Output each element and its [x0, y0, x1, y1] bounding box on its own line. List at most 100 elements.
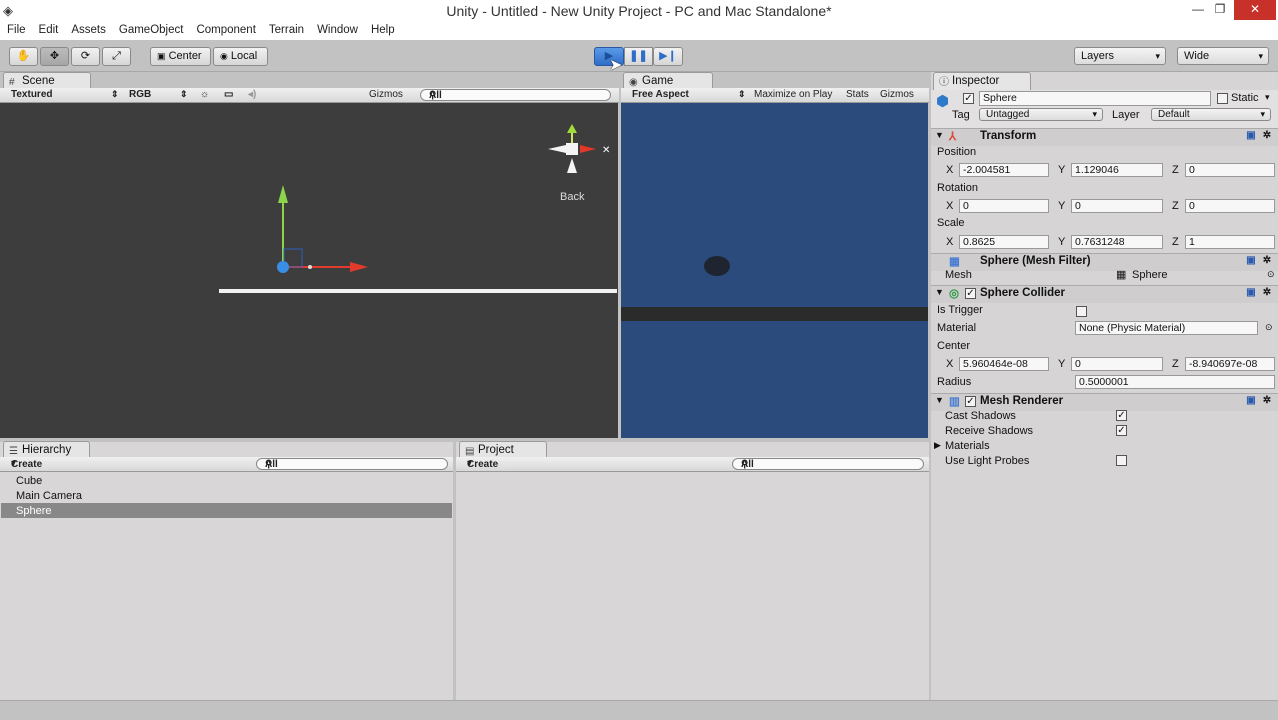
close-button[interactable]: ✕	[1234, 0, 1276, 20]
lighting-toggle-icon[interactable]: ☼	[200, 89, 209, 100]
move-tool-button[interactable]: ✥	[40, 47, 69, 66]
component-help-icon[interactable]: ▣	[1245, 395, 1257, 407]
scale-tool-button[interactable]: ⤢	[102, 47, 131, 66]
rotation-x-field[interactable]: 0	[959, 199, 1049, 213]
game-gizmos-toggle[interactable]: Gizmos	[880, 89, 914, 100]
materials-label[interactable]: Materials	[945, 440, 990, 452]
minimize-button[interactable]: —	[1188, 0, 1208, 20]
foldout-icon[interactable]: ▼	[935, 130, 944, 140]
mesh-renderer-header[interactable]: ▼ ▥ ✓ Mesh Renderer ▣ ✲	[931, 393, 1278, 411]
position-z-label: Z	[1172, 164, 1179, 176]
menu-edit[interactable]: Edit	[32, 22, 65, 36]
menu-window[interactable]: Window	[310, 22, 364, 36]
center-label: Center	[937, 340, 971, 352]
hierarchy-search-input[interactable]: ⚲ All	[256, 458, 448, 470]
component-settings-icon[interactable]: ✲	[1261, 130, 1273, 142]
transform-header[interactable]: ▼ ⅄ Transform ▣ ✲	[931, 128, 1278, 146]
pivot-center-button[interactable]: ▣ Center	[150, 47, 211, 66]
center-y-field[interactable]: 0	[1071, 357, 1163, 371]
center-z-label: Z	[1172, 358, 1179, 370]
scale-icon: ⤢	[112, 50, 121, 62]
material-label: Material	[937, 322, 977, 334]
active-checkbox[interactable]: ✓	[963, 93, 974, 104]
position-y-field[interactable]: 1.129046	[1071, 163, 1163, 177]
hierarchy-create-button[interactable]: Create ▾	[11, 458, 42, 470]
pivot-icon: ▣	[157, 51, 166, 61]
tab-inspector[interactable]: ⓘ Inspector	[933, 72, 1031, 90]
render-mode-dropdown[interactable]: Textured	[11, 89, 53, 100]
aspect-dropdown[interactable]: Free Aspect	[632, 89, 689, 100]
component-settings-icon[interactable]: ✲	[1261, 287, 1273, 299]
scale-z-field[interactable]: 1	[1185, 235, 1275, 249]
component-settings-icon[interactable]: ✲	[1261, 255, 1273, 267]
menu-bar: File Edit Assets GameObject Component Terrain…	[0, 22, 1278, 40]
layout-dropdown[interactable]: Wide	[1177, 47, 1269, 65]
menu-gameobject[interactable]: GameObject	[112, 22, 190, 36]
center-x-field[interactable]: 5.960464e-08	[959, 357, 1049, 371]
scene-viewport[interactable]: ✕ Back	[0, 103, 618, 438]
is-trigger-checkbox[interactable]	[1076, 306, 1087, 317]
sphere-collider-header[interactable]: ▼ ◎ ✓ Sphere Collider ▣ ✲	[931, 285, 1278, 303]
audio-toggle-icon[interactable]: ◂)	[248, 89, 256, 100]
scene-search-input[interactable]: ⚲ All	[420, 89, 611, 101]
position-z-field[interactable]: 0	[1185, 163, 1275, 177]
project-create-button[interactable]: Create ▾	[467, 458, 498, 470]
component-help-icon[interactable]: ▣	[1245, 130, 1257, 142]
object-name-field[interactable]: Sphere	[979, 91, 1211, 106]
receive-shadows-checkbox[interactable]: ✓	[1116, 425, 1127, 436]
scale-x-field[interactable]: 0.8625	[959, 235, 1049, 249]
radius-field[interactable]: 0.5000001	[1075, 375, 1275, 389]
component-settings-icon[interactable]: ✲	[1261, 395, 1273, 407]
center-x-label: X	[946, 358, 954, 370]
static-dropdown-icon[interactable]: ▾	[1265, 92, 1270, 103]
rotation-y-field[interactable]: 0	[1071, 199, 1163, 213]
object-picker-icon[interactable]: ⊙	[1267, 269, 1275, 280]
collider-enabled-checkbox[interactable]: ✓	[965, 288, 976, 299]
foldout-icon[interactable]: ▼	[935, 395, 944, 405]
collider-icon: ◎	[949, 288, 960, 300]
renderer-enabled-checkbox[interactable]: ✓	[965, 396, 976, 407]
channel-dropdown[interactable]: RGB	[129, 89, 151, 100]
layers-dropdown[interactable]: Layers	[1074, 47, 1166, 65]
component-help-icon[interactable]: ▣	[1245, 287, 1257, 299]
material-field[interactable]: None (Physic Material)	[1075, 321, 1258, 335]
center-z-field[interactable]: -8.940697e-08	[1185, 357, 1275, 371]
gizmo-neg-y	[567, 158, 577, 173]
hierarchy-item-cube[interactable]: Cube	[16, 475, 42, 487]
tag-dropdown[interactable]: Untagged	[979, 108, 1103, 121]
hierarchy-item-main-camera[interactable]: Main Camera	[16, 490, 82, 502]
maximize-button[interactable]: ❐	[1210, 0, 1230, 20]
hand-tool-button[interactable]: ✋	[9, 47, 38, 66]
materials-foldout-icon[interactable]: ▶	[934, 440, 941, 451]
menu-terrain[interactable]: Terrain	[262, 22, 310, 36]
hierarchy-toolbar: Create ▾ ⚲ All	[0, 457, 453, 472]
game-viewport	[621, 103, 928, 438]
position-x-field[interactable]: -2.004581	[959, 163, 1049, 177]
menu-component[interactable]: Component	[189, 22, 261, 36]
stats-toggle[interactable]: Stats	[846, 89, 869, 100]
image-toggle-icon[interactable]: ▭	[224, 89, 233, 100]
foldout-icon[interactable]: ▼	[935, 287, 944, 297]
scene-gizmos-dropdown[interactable]: Gizmos	[369, 89, 403, 100]
project-search-input[interactable]: ⚲ All	[732, 458, 924, 470]
maximize-on-play-toggle[interactable]: Maximize on Play	[754, 89, 832, 100]
object-picker-icon[interactable]: ⊙	[1265, 322, 1273, 333]
channel-arrow-icon: ⇕	[180, 89, 188, 99]
component-help-icon[interactable]: ▣	[1245, 255, 1257, 267]
scale-y-field[interactable]: 0.7631248	[1071, 235, 1163, 249]
mesh-filter-header[interactable]: ▦ Sphere (Mesh Filter) ▣ ✲	[931, 253, 1278, 271]
mesh-value[interactable]: Sphere	[1132, 269, 1167, 281]
static-checkbox[interactable]	[1217, 93, 1228, 104]
step-button[interactable]: ▶❙	[653, 47, 683, 66]
hierarchy-item-sphere[interactable]: Sphere	[16, 505, 51, 517]
rotation-z-field[interactable]: 0	[1185, 199, 1275, 213]
menu-file[interactable]: File	[0, 22, 32, 36]
menu-assets[interactable]: Assets	[64, 22, 112, 36]
layer-dropdown[interactable]: Default	[1151, 108, 1271, 121]
pause-button[interactable]: ❚❚	[624, 47, 653, 66]
pivot-local-button[interactable]: ◉ Local	[213, 47, 268, 66]
rotate-tool-button[interactable]: ⟳	[71, 47, 100, 66]
menu-help[interactable]: Help	[364, 22, 401, 36]
cast-shadows-checkbox[interactable]: ✓	[1116, 410, 1127, 421]
use-light-probes-checkbox[interactable]	[1116, 455, 1127, 466]
